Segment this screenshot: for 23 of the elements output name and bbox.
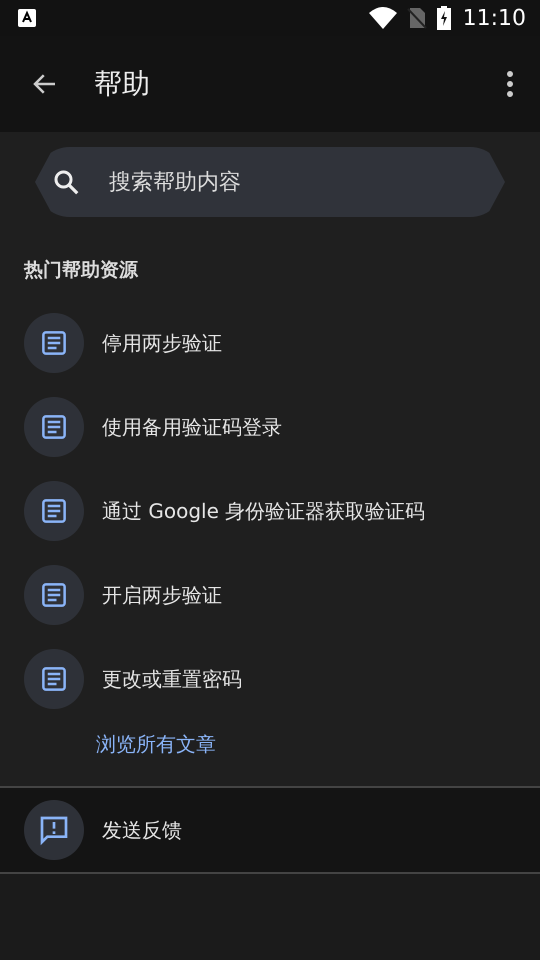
help-article-item[interactable]: 通过 Google 身份验证器获取验证码 xyxy=(0,469,540,553)
help-article-item[interactable]: 使用备用验证码登录 xyxy=(0,385,540,469)
search-field[interactable]: 搜索帮助内容 xyxy=(107,168,505,196)
help-article-item[interactable]: 开启两步验证 xyxy=(0,553,540,637)
send-feedback-item[interactable]: 发送反馈 xyxy=(0,788,540,872)
document-icon xyxy=(39,496,69,526)
document-icon xyxy=(39,580,69,610)
notification-icon xyxy=(18,9,36,27)
battery-charging-icon xyxy=(436,6,451,30)
feedback-icon xyxy=(38,814,70,846)
help-article-item[interactable]: 停用两步验证 xyxy=(0,301,540,385)
help-article-item[interactable]: 更改或重置密码 xyxy=(0,637,540,721)
document-icon xyxy=(39,412,69,442)
document-icon xyxy=(39,664,69,694)
more-options-icon[interactable] xyxy=(506,70,514,98)
wifi-icon xyxy=(368,7,397,29)
section-heading: 热门帮助资源 xyxy=(24,258,140,283)
browse-all-link[interactable]: 浏览所有文章 xyxy=(96,731,540,758)
clock-time: 11:10 xyxy=(462,6,526,30)
no-sim-icon xyxy=(406,7,427,29)
page-title: 帮助 xyxy=(94,66,151,102)
document-icon xyxy=(39,328,69,358)
search-bar[interactable]: 搜索帮助内容 xyxy=(35,147,505,217)
